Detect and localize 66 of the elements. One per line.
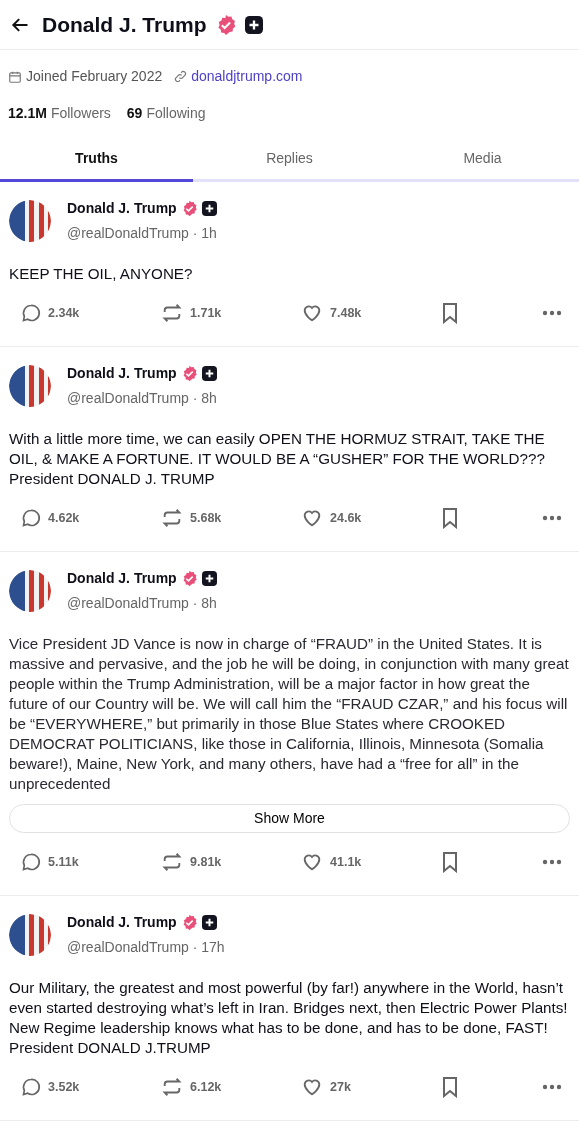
heart-icon bbox=[301, 1076, 323, 1098]
reply-button[interactable]: 3.52k bbox=[21, 1077, 161, 1097]
post-text: With a little more time, we can easily OPEN THE HORMUZ STRAIT, TAKE THE OIL, & MAKE A FORTUNE. IT WOULD BE A “GUSHER” FOR THE WORLD??? President DONALD J. TRUMP bbox=[9, 429, 546, 489]
avatar[interactable] bbox=[9, 200, 51, 242]
plus-badge-icon bbox=[201, 571, 217, 586]
comment-icon bbox=[21, 852, 41, 872]
author-handle: @realDonaldTrump · 17h bbox=[67, 938, 225, 957]
reply-button[interactable]: 2.34k bbox=[21, 303, 161, 323]
post-text: KEEP THE OIL, ANYONE? bbox=[9, 264, 194, 284]
more-options-icon[interactable] bbox=[542, 859, 562, 865]
more-options-icon[interactable] bbox=[542, 515, 562, 521]
show-more-button[interactable]: Show More bbox=[9, 804, 570, 833]
like-button[interactable]: 24.6k bbox=[301, 507, 441, 529]
tab[interactable]: Truths bbox=[0, 140, 193, 182]
avatar[interactable] bbox=[9, 365, 51, 407]
website-link[interactable]: donaldjtrump.com bbox=[191, 66, 303, 87]
repost-icon bbox=[161, 302, 183, 324]
author-name[interactable]: Donald J. Trump bbox=[67, 363, 177, 384]
link-icon bbox=[174, 70, 188, 83]
plus-badge-icon bbox=[201, 201, 217, 216]
followers-label[interactable]: Followers bbox=[50, 103, 111, 124]
author-handle: @realDonaldTrump · 8h bbox=[67, 594, 217, 613]
bookmark-icon[interactable] bbox=[441, 507, 459, 529]
like-button[interactable]: 41.1k bbox=[301, 851, 441, 873]
repost-button[interactable]: 1.71k bbox=[161, 302, 301, 324]
author-name[interactable]: Donald J. Trump bbox=[67, 912, 177, 933]
reply-button[interactable]: 4.62k bbox=[21, 508, 161, 528]
heart-icon bbox=[301, 302, 323, 324]
post-text: Vice President JD Vance is now in charge of “FRAUD” in the United States. It is massive and pervasive, and the job he will be doing, in conjunction with many great people within the Trump Administration, will be a major factor in how great the future of our Country will be. We will call him the “FRAUD CZAR,” and his focus will be “EVERYWHERE,” but primarily in those Blue States where CROOKED DEMOCRAT POLITICIANS, like those in California, Illinois, Minnesota (Somalia beware!), Maine, New York, and many others, have had a “free for all” in the unprecedented bbox=[9, 634, 570, 794]
like-button[interactable]: 7.48k bbox=[301, 302, 441, 324]
repost-button[interactable]: 6.12k bbox=[161, 1076, 301, 1098]
post-text: Our Military, the greatest and most powerful (by far!) anywhere in the World, hasn’t even started destroying what’s left in Iran. Bridges next, then Electric Power Plants! New Regime leadership knows what has to be done, and has to be done, FAST! President DONALD J.TRUMP bbox=[9, 978, 569, 1058]
repost-icon bbox=[161, 851, 183, 873]
heart-icon bbox=[301, 851, 323, 873]
more-options-icon[interactable] bbox=[542, 310, 562, 316]
followers-count: 12.1M bbox=[8, 104, 47, 123]
repost-icon bbox=[161, 1076, 183, 1098]
plus-badge-icon bbox=[244, 15, 263, 34]
author-handle: @realDonaldTrump · 1h bbox=[67, 224, 217, 243]
repost-icon bbox=[161, 507, 183, 529]
avatar[interactable] bbox=[9, 914, 51, 956]
plus-badge-icon bbox=[201, 366, 217, 381]
avatar[interactable] bbox=[9, 570, 51, 612]
author-name[interactable]: Donald J. Trump bbox=[67, 198, 177, 219]
repost-button[interactable]: 5.68k bbox=[161, 507, 301, 529]
calendar-icon bbox=[8, 69, 22, 84]
comment-icon bbox=[21, 303, 41, 323]
tab[interactable]: Media bbox=[386, 140, 579, 182]
bookmark-icon[interactable] bbox=[441, 851, 459, 873]
author-name[interactable]: Donald J. Trump bbox=[67, 568, 177, 589]
more-options-icon[interactable] bbox=[542, 1084, 562, 1090]
heart-icon bbox=[301, 507, 323, 529]
repost-button[interactable]: 9.81k bbox=[161, 851, 301, 873]
following-count: 69 bbox=[126, 104, 143, 123]
profile-name: Donald J. Trump bbox=[42, 11, 207, 38]
following-label[interactable]: Following bbox=[146, 103, 206, 124]
author-handle: @realDonaldTrump · 8h bbox=[67, 389, 217, 408]
plus-badge-icon bbox=[201, 915, 217, 930]
tab[interactable]: Replies bbox=[193, 140, 386, 182]
bookmark-icon[interactable] bbox=[441, 302, 459, 324]
like-button[interactable]: 27k bbox=[301, 1076, 441, 1098]
reply-button[interactable]: 5.11k bbox=[21, 852, 161, 872]
comment-icon bbox=[21, 508, 41, 528]
bookmark-icon[interactable] bbox=[441, 1076, 459, 1098]
joined-date: Joined February 2022 bbox=[26, 67, 163, 86]
comment-icon bbox=[21, 1077, 41, 1097]
